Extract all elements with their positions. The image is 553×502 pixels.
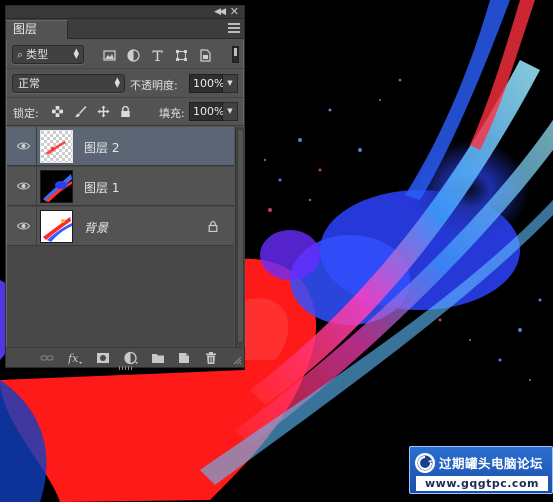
new-group-icon[interactable] bbox=[151, 351, 165, 365]
fill-dropdown-icon[interactable]: ▼ bbox=[223, 102, 238, 121]
opacity-dropdown-icon[interactable]: ▼ bbox=[223, 74, 238, 93]
adjustment-layer-filter-icon[interactable] bbox=[127, 49, 140, 62]
layer-row-layer-2[interactable]: 图层 2 bbox=[7, 127, 234, 166]
filter-toggle-switch[interactable] bbox=[232, 46, 239, 63]
filter-kind-select[interactable]: ⌕ 类型 ▲ ▼ bbox=[12, 45, 84, 64]
panel-drag-handle[interactable] bbox=[119, 366, 133, 370]
panel-title-bar[interactable]: ◀◀ ✕ bbox=[6, 5, 244, 19]
pixel-layer-filter-icon[interactable] bbox=[103, 49, 116, 62]
blend-mode-value: 正常 bbox=[18, 77, 40, 90]
tab-layers[interactable]: 图层 bbox=[6, 20, 68, 39]
layer-thumbnail bbox=[40, 210, 73, 243]
blend-mode-select[interactable]: 正常 ▲ ▼ bbox=[12, 74, 125, 93]
filter-kind-label: 类型 bbox=[26, 48, 49, 61]
updown-arrows-icon: ▲ ▼ bbox=[114, 76, 120, 89]
opacity-label: 不透明度: bbox=[130, 79, 178, 92]
forum-logo-icon bbox=[415, 453, 435, 473]
visibility-eye-icon[interactable] bbox=[17, 221, 30, 231]
layer-name[interactable]: 图层 2 bbox=[84, 139, 119, 156]
layer-style-icon[interactable]: fx bbox=[68, 351, 82, 365]
close-icon[interactable]: ✕ bbox=[230, 5, 239, 18]
updown-arrows-icon: ▲ ▼ bbox=[73, 47, 79, 60]
delete-layer-icon[interactable] bbox=[204, 351, 218, 365]
layer-row-background[interactable]: 背景 bbox=[7, 207, 234, 246]
smart-object-filter-icon[interactable] bbox=[199, 49, 212, 62]
opacity-field[interactable]: 100% bbox=[189, 74, 224, 93]
link-layers-icon[interactable] bbox=[40, 351, 54, 365]
lock-position-icon[interactable] bbox=[97, 105, 110, 118]
type-layer-filter-icon[interactable] bbox=[151, 49, 164, 62]
scrollbar-thumb[interactable] bbox=[237, 129, 244, 343]
fill-field[interactable]: 100% bbox=[189, 102, 224, 121]
new-layer-icon[interactable] bbox=[177, 351, 191, 365]
lock-all-icon[interactable] bbox=[119, 105, 132, 118]
new-adjustment-layer-icon[interactable] bbox=[124, 351, 138, 365]
layer-name[interactable]: 图层 1 bbox=[84, 179, 119, 196]
layer-filter-row: ⌕ 类型 ▲ ▼ bbox=[6, 41, 244, 69]
lock-transparent-pixels-icon[interactable] bbox=[51, 105, 64, 118]
fill-label: 填充: bbox=[159, 107, 185, 120]
collapse-icon[interactable]: ◀◀ bbox=[214, 7, 226, 17]
layer-row-layer-1[interactable]: 图层 1 bbox=[7, 167, 234, 206]
layer-list-scrollbar[interactable] bbox=[235, 127, 245, 347]
lock-row: 锁定: 填充: 100% ▼ bbox=[6, 99, 244, 126]
visibility-eye-icon[interactable] bbox=[17, 141, 30, 151]
shape-layer-filter-icon[interactable] bbox=[175, 49, 188, 62]
resize-grip-icon[interactable] bbox=[233, 356, 242, 365]
layer-list: 图层 2 图层 1 背景 bbox=[7, 127, 234, 347]
watermark-url: www.gqgtpc.com bbox=[416, 476, 548, 491]
lock-label: 锁定: bbox=[13, 107, 39, 120]
layer-thumbnail bbox=[40, 170, 73, 203]
layers-panel: ◀◀ ✕ 图层 ⌕ 类型 ▲ ▼ 正常 ▲ ▼ 不透明度: 100% ▼ 锁定:… bbox=[5, 5, 245, 370]
search-icon: ⌕ bbox=[17, 48, 24, 61]
lock-image-pixels-icon[interactable] bbox=[74, 105, 87, 118]
background-lock-icon bbox=[208, 220, 218, 232]
blend-row: 正常 ▲ ▼ 不透明度: 100% ▼ bbox=[6, 70, 244, 98]
layer-thumbnail bbox=[40, 130, 73, 163]
forum-watermark: 过期罐头电脑论坛 www.gqgtpc.com bbox=[409, 446, 553, 494]
layers-bottom-toolbar: fx bbox=[6, 347, 244, 367]
layer-name[interactable]: 背景 bbox=[84, 219, 108, 236]
svg-text:fx: fx bbox=[68, 352, 79, 365]
visibility-eye-icon[interactable] bbox=[17, 181, 30, 191]
watermark-title: 过期罐头电脑论坛 bbox=[439, 456, 544, 471]
panel-menu-icon[interactable] bbox=[228, 23, 240, 33]
add-mask-icon[interactable] bbox=[96, 351, 110, 365]
panel-tab-row: 图层 bbox=[6, 19, 244, 39]
